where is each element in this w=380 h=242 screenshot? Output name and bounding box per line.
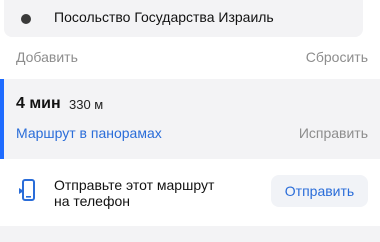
section-divider [0, 226, 380, 242]
location-dot-icon [21, 14, 31, 24]
route-duration: 4 мин [16, 95, 61, 112]
route-distance: 330 м [69, 97, 104, 112]
destination-text: Посольство Государства Израиль [54, 9, 274, 25]
phone-icon [18, 179, 38, 203]
route-option-card[interactable]: 4 мин 330 м Маршрут в панорамах Исправит… [0, 79, 380, 159]
send-text-line1: Отправьте этот маршрут [54, 177, 215, 193]
reset-button[interactable]: Сбросить [306, 49, 368, 65]
route-panorama-link[interactable]: Маршрут в панорамах [16, 125, 162, 141]
fix-route-button[interactable]: Исправить [299, 125, 368, 141]
send-to-phone-text: Отправьте этот маршрут на телефон [54, 177, 244, 209]
send-to-phone-section: Отправьте этот маршрут на телефон Отправ… [0, 159, 380, 223]
send-to-phone-button[interactable]: Отправить [271, 175, 368, 207]
send-text-line2: на телефон [54, 193, 130, 209]
add-point-button[interactable]: Добавить [16, 49, 78, 65]
destination-field[interactable]: Посольство Государства Израиль [4, 0, 363, 37]
route-selected-indicator [0, 79, 4, 159]
